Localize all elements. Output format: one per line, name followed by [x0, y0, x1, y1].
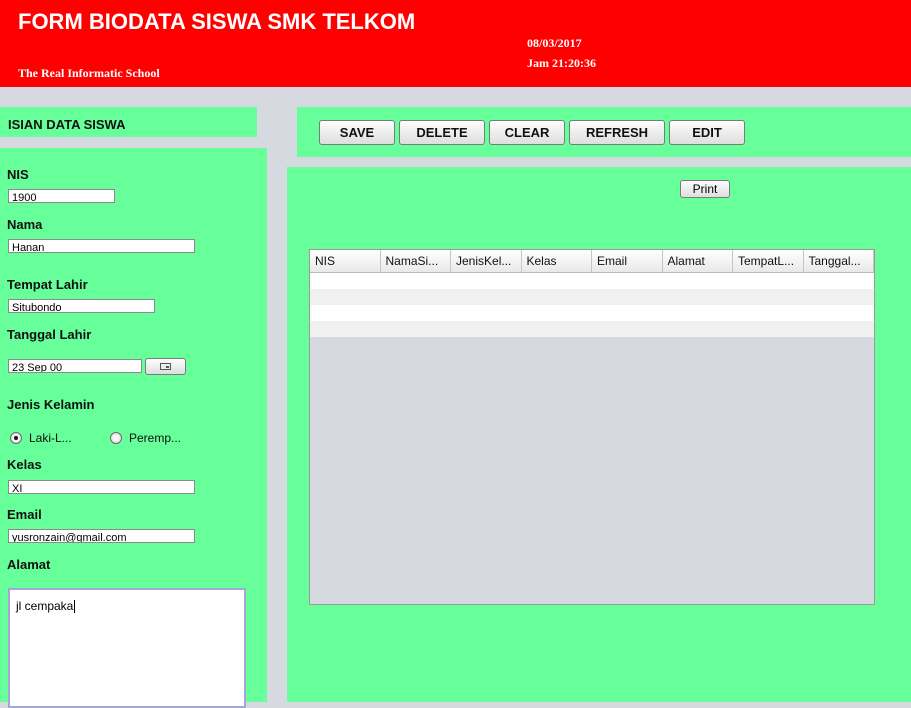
save-button[interactable]: SAVE	[319, 120, 395, 145]
alamat-value: jl cempaka	[16, 599, 74, 613]
nama-value: Hanan	[12, 242, 45, 253]
text-caret	[74, 600, 76, 614]
calendar-icon	[160, 363, 171, 370]
tempat-lahir-field[interactable]: Situbondo	[8, 299, 155, 313]
date-picker-button[interactable]	[145, 358, 186, 375]
tagline: The Real Informatic School	[18, 66, 160, 80]
app-title: FORM BIODATA SISWA SMK TELKOM	[18, 9, 416, 34]
nama-label: Nama	[7, 217, 43, 232]
gender-radio-perempuan[interactable]	[110, 432, 122, 444]
kelas-label: Kelas	[7, 457, 42, 472]
edit-button[interactable]: EDIT	[669, 120, 745, 145]
kelas-field[interactable]: XI	[8, 480, 195, 494]
alamat-textarea[interactable]: jl cempaka	[8, 588, 246, 708]
table-row[interactable]	[310, 321, 874, 337]
gender-option-laki-label[interactable]: Laki-L...	[29, 431, 72, 445]
table-row[interactable]	[310, 305, 874, 321]
nis-value: 1900	[12, 192, 37, 203]
column-header-tanggal-lahir[interactable]: Tanggal...	[804, 250, 874, 272]
tempat-lahir-label: Tempat Lahir	[7, 277, 88, 292]
column-header-email[interactable]: Email	[592, 250, 663, 272]
table-row[interactable]	[310, 273, 874, 289]
kelas-value: XI	[12, 483, 23, 494]
gender-radio-laki[interactable]	[10, 432, 22, 444]
nama-field[interactable]: Hanan	[8, 239, 195, 253]
nis-field[interactable]: 1900	[8, 189, 115, 203]
table-row[interactable]	[310, 289, 874, 305]
column-header-nama[interactable]: NamaSi...	[381, 250, 451, 272]
column-header-jenis-kelamin[interactable]: JenisKel...	[451, 250, 522, 272]
tanggal-lahir-field[interactable]: 23 Sep 00	[8, 359, 142, 373]
delete-button[interactable]: DELETE	[399, 120, 485, 145]
jenis-kelamin-label: Jenis Kelamin	[7, 397, 95, 412]
clear-button[interactable]: CLEAR	[489, 120, 565, 145]
tanggal-lahir-value: 23 Sep 00	[12, 362, 63, 373]
current-date: 08/03/2017	[527, 36, 582, 50]
email-value: yusronzain@gmail.com	[12, 532, 127, 543]
section-title: ISIAN DATA SISWA	[8, 117, 126, 132]
tanggal-lahir-label: Tanggal Lahir	[7, 327, 92, 342]
email-label: Email	[7, 507, 42, 522]
column-header-nis[interactable]: NIS	[310, 250, 381, 272]
table-header: NIS NamaSi... JenisKel... Kelas Email Al…	[310, 250, 874, 273]
student-table[interactable]: NIS NamaSi... JenisKel... Kelas Email Al…	[309, 249, 875, 605]
refresh-button[interactable]: REFRESH	[569, 120, 665, 145]
tempat-lahir-value: Situbondo	[12, 302, 62, 313]
alamat-label: Alamat	[7, 557, 51, 572]
column-header-kelas[interactable]: Kelas	[522, 250, 592, 272]
nis-label: NIS	[7, 167, 29, 182]
print-button[interactable]: Print	[680, 180, 730, 198]
alamat-text-wrap: jl cempaka	[16, 599, 76, 614]
column-header-alamat[interactable]: Alamat	[663, 250, 733, 272]
column-header-tempat-lahir[interactable]: TempatL...	[733, 250, 804, 272]
email-field[interactable]: yusronzain@gmail.com	[8, 529, 195, 543]
current-time: Jam 21:20:36	[527, 56, 596, 70]
gender-option-perempuan-label[interactable]: Peremp...	[129, 431, 181, 445]
